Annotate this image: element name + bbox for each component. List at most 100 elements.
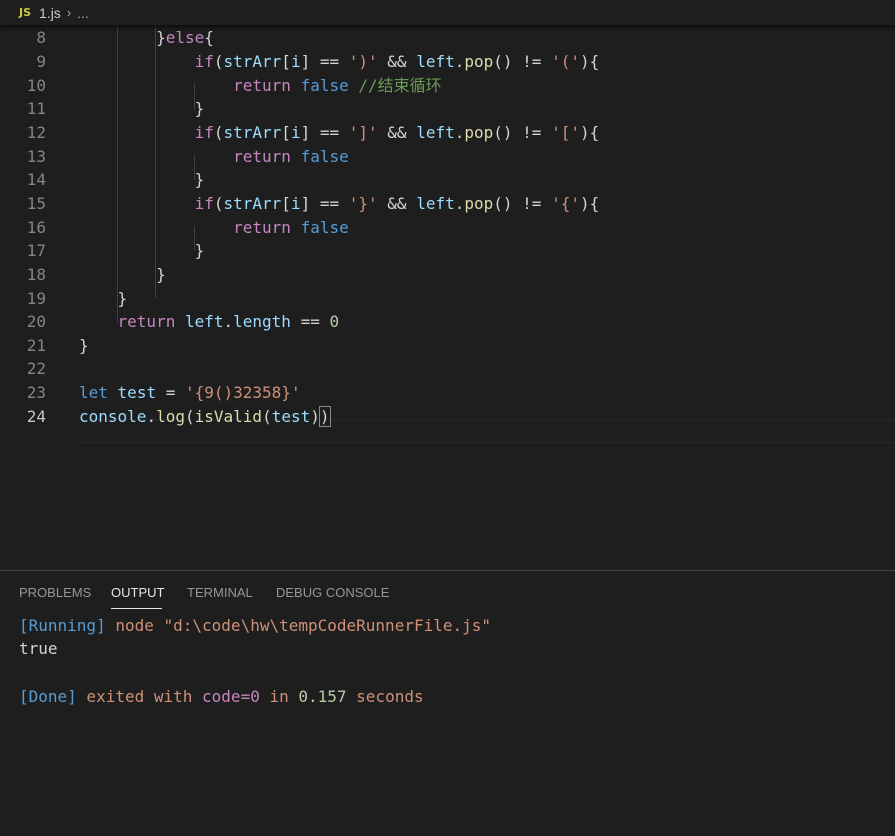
output-done-line: [Done] exited with code=0 in 0.157 secon… [19, 685, 424, 708]
line-code: if(strArr[i] == '}' && left.pop() != '{'… [79, 192, 600, 216]
code-token: pop [464, 122, 494, 142]
code-token: ( [184, 406, 195, 426]
code-line[interactable]: 21} [0, 334, 895, 358]
tab-problems[interactable]: PROBLEMS [19, 585, 91, 600]
code-line[interactable]: 14 } [0, 168, 895, 192]
code-token: false [300, 75, 349, 95]
code-token: if [194, 52, 214, 71]
code-token: return [233, 75, 291, 95]
output-result: true [19, 639, 58, 658]
breadcrumb: JS 1.js › ... [0, 0, 895, 25]
line-number: 20 [26, 312, 46, 332]
active-tab-indicator [111, 608, 162, 609]
code-token: ')' [348, 52, 378, 71]
breadcrumb-file[interactable]: 1.js [39, 5, 61, 21]
code-token: () != [493, 193, 552, 213]
code-token: ) [310, 406, 320, 426]
line-number: 21 [26, 335, 46, 355]
line-number: 15 [26, 193, 46, 213]
line-number: 18 [26, 264, 46, 284]
code-line[interactable]: 17 } [0, 239, 895, 263]
code-line[interactable]: 15 if(strArr[i] == '}' && left.pop() != … [0, 192, 895, 216]
code-line[interactable]: 18 } [0, 263, 895, 287]
javascript-file-icon: JS [19, 6, 32, 19]
code-token: test [271, 406, 311, 426]
line-number: 13 [26, 146, 46, 166]
code-token: } [79, 99, 205, 119]
code-line[interactable]: 19 } [0, 287, 895, 311]
code-token: } [79, 241, 205, 261]
code-token: ']' [348, 122, 378, 142]
code-line[interactable]: 16 return false [0, 216, 895, 240]
line-code: if(strArr[i] == ')' && left.pop() != '('… [79, 50, 600, 74]
tab-debug-console[interactable]: DEBUG CONSOLE [276, 585, 389, 600]
line-code: if(strArr[i] == ']' && left.pop() != '['… [79, 121, 600, 145]
code-line[interactable]: 24 console.log(isValid(test)) [0, 405, 895, 429]
code-token: } [79, 170, 205, 190]
line-code: return left.length == 0 [79, 310, 340, 334]
code-token: } [79, 28, 166, 48]
breadcrumb-more[interactable]: ... [77, 5, 89, 21]
running-command: node "d:\code\hw\tempCodeRunnerFile.js" [105, 616, 492, 635]
code-token: ){ [579, 122, 600, 142]
code-token: [ [281, 193, 291, 213]
code-line[interactable]: 9 if(strArr[i] == ')' && left.pop() != '… [0, 50, 895, 74]
line-code: }else{ [79, 26, 214, 50]
code-token: ) [318, 405, 331, 427]
code-token: i [290, 193, 301, 213]
code-token: '(' [551, 52, 580, 71]
code-line[interactable]: 10 return false //结束循环 [0, 74, 895, 98]
tab-terminal[interactable]: TERMINAL [187, 585, 253, 600]
code-token: isValid [194, 406, 263, 426]
code-token: //结束循环 [358, 75, 442, 95]
output-running-line: [Running] node "d:\code\hw\tempCodeRunne… [19, 614, 491, 637]
code-token: ] == [300, 52, 349, 71]
code-token: () != [493, 122, 552, 142]
code-token: ( [213, 193, 224, 213]
code-token: == [290, 312, 330, 332]
tab-output[interactable]: OUTPUT [111, 585, 164, 600]
code-line[interactable]: 13 return false [0, 145, 895, 169]
code-token: let [79, 383, 108, 403]
code-token: i [290, 52, 301, 71]
code-line[interactable]: 8 }else{ [0, 26, 895, 50]
code-line[interactable]: 11 } [0, 97, 895, 121]
line-code: return false [79, 145, 349, 169]
code-token: pop [464, 52, 494, 71]
code-line[interactable]: 22 [0, 357, 895, 381]
code-line[interactable]: 20 return left.length == 0 [0, 310, 895, 334]
code-token: return [233, 217, 291, 237]
code-token: strArr [223, 122, 282, 142]
line-number: 12 [26, 122, 46, 142]
done-text-in: in [259, 687, 299, 706]
line-number: 17 [26, 241, 46, 261]
code-token: && [377, 122, 417, 142]
code-token: . [454, 122, 465, 142]
code-token: test [117, 383, 157, 403]
code-line[interactable]: 12 if(strArr[i] == ']' && left.pop() != … [0, 121, 895, 145]
code-editor[interactable]: 7 left.push(strArr[i]) //左括号入栈8 }else{9 … [0, 0, 895, 570]
code-line[interactable]: 23 let test = '{9()32358}' [0, 381, 895, 405]
code-token: { [204, 28, 214, 48]
code-token: '}' [348, 193, 378, 213]
code-token: [ [281, 52, 291, 71]
code-token: if [194, 193, 214, 213]
line-number: 19 [26, 288, 46, 308]
code-token: left [416, 193, 455, 213]
line-number: 11 [26, 99, 46, 119]
code-token: ( [213, 52, 224, 71]
done-text-exited: exited with [76, 687, 203, 706]
code-token: ){ [579, 193, 600, 213]
code-token: . [454, 52, 465, 71]
line-code: } [79, 263, 166, 287]
code-token: && [377, 52, 417, 71]
code-token: return [233, 146, 291, 166]
code-token: strArr [223, 52, 282, 71]
code-token: } [79, 335, 89, 355]
